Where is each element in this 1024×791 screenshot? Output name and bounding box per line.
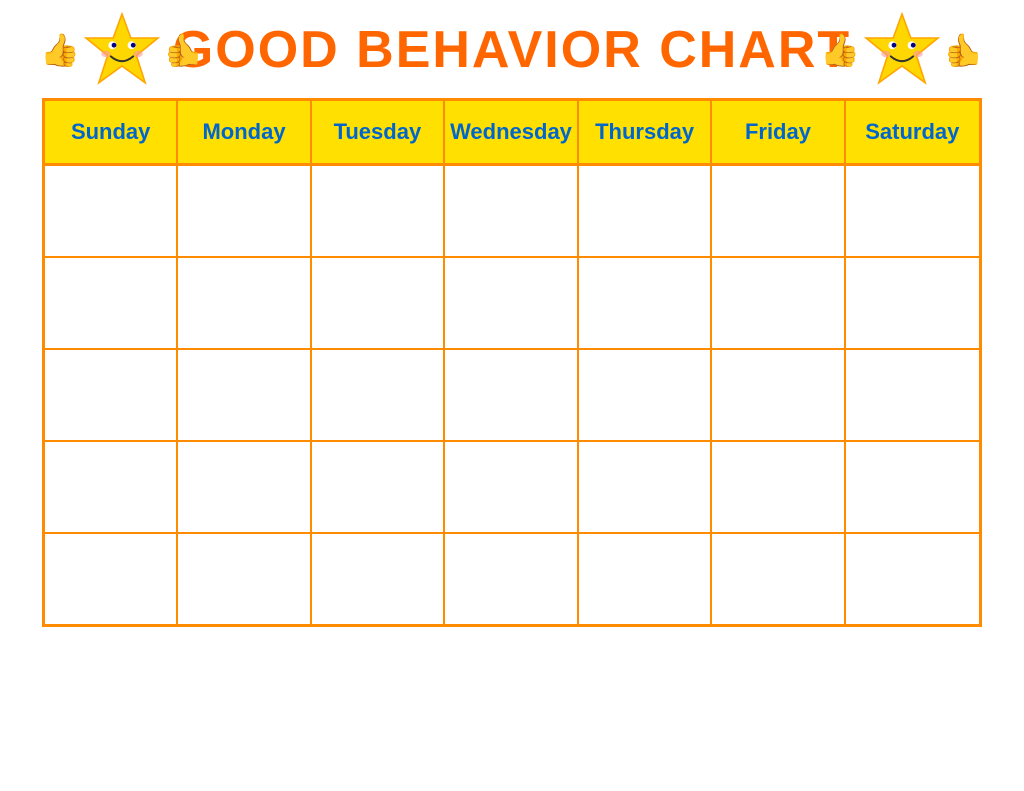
table-cell[interactable]	[846, 258, 979, 348]
day-tuesday: Tuesday	[312, 101, 445, 163]
star-icon-left	[82, 10, 162, 90]
star-icon-right	[862, 10, 942, 90]
table-cell[interactable]	[579, 442, 712, 532]
page-title: GOOD BEHAVIOR CHART	[173, 20, 851, 80]
table-cell[interactable]	[178, 442, 311, 532]
table-cell[interactable]	[312, 258, 445, 348]
table-cell[interactable]	[846, 442, 979, 532]
day-sunday: Sunday	[45, 101, 178, 163]
table-cell[interactable]	[45, 258, 178, 348]
table-cell[interactable]	[846, 350, 979, 440]
behavior-chart: Sunday Monday Tuesday Wednesday Thursday…	[42, 98, 982, 627]
table-cell[interactable]	[579, 350, 712, 440]
table-cell[interactable]	[712, 258, 845, 348]
table-cell[interactable]	[712, 350, 845, 440]
day-saturday: Saturday	[846, 101, 979, 163]
star-decoration-left: 👍 👍	[40, 10, 204, 90]
table-cell[interactable]	[579, 166, 712, 256]
table-cell[interactable]	[712, 442, 845, 532]
table-cell[interactable]	[846, 166, 979, 256]
thumb-right-icon: 👍	[944, 31, 984, 69]
thumb-left-icon: 👍	[40, 31, 80, 69]
table-cell[interactable]	[45, 442, 178, 532]
star-decoration-right: 👍 👍	[820, 10, 984, 90]
table-cell[interactable]	[445, 350, 578, 440]
table-cell[interactable]	[712, 534, 845, 624]
chart-row	[45, 534, 979, 624]
table-cell[interactable]	[579, 258, 712, 348]
table-cell[interactable]	[445, 534, 578, 624]
chart-row	[45, 442, 979, 534]
table-cell[interactable]	[178, 534, 311, 624]
table-cell[interactable]	[312, 350, 445, 440]
day-wednesday: Wednesday	[445, 101, 579, 163]
chart-header: Sunday Monday Tuesday Wednesday Thursday…	[45, 101, 979, 166]
table-cell[interactable]	[312, 442, 445, 532]
table-cell[interactable]	[846, 534, 979, 624]
table-cell[interactable]	[579, 534, 712, 624]
page: 👍 👍 GOOD BEHAVIOR CHART	[0, 0, 1024, 791]
table-cell[interactable]	[178, 166, 311, 256]
table-cell[interactable]	[445, 442, 578, 532]
table-cell[interactable]	[45, 534, 178, 624]
thumb-left-right-icon: 👍	[820, 31, 860, 69]
table-cell[interactable]	[45, 350, 178, 440]
day-friday: Friday	[712, 101, 845, 163]
table-cell[interactable]	[445, 166, 578, 256]
chart-row	[45, 258, 979, 350]
table-cell[interactable]	[178, 350, 311, 440]
chart-row	[45, 350, 979, 442]
day-thursday: Thursday	[579, 101, 712, 163]
header: 👍 👍 GOOD BEHAVIOR CHART	[40, 20, 984, 80]
chart-row	[45, 166, 979, 258]
table-cell[interactable]	[445, 258, 578, 348]
chart-body	[45, 166, 979, 624]
table-cell[interactable]	[312, 166, 445, 256]
thumb-right-left-icon: 👍	[164, 31, 204, 69]
table-cell[interactable]	[178, 258, 311, 348]
table-cell[interactable]	[712, 166, 845, 256]
table-cell[interactable]	[45, 166, 178, 256]
day-monday: Monday	[178, 101, 311, 163]
table-cell[interactable]	[312, 534, 445, 624]
